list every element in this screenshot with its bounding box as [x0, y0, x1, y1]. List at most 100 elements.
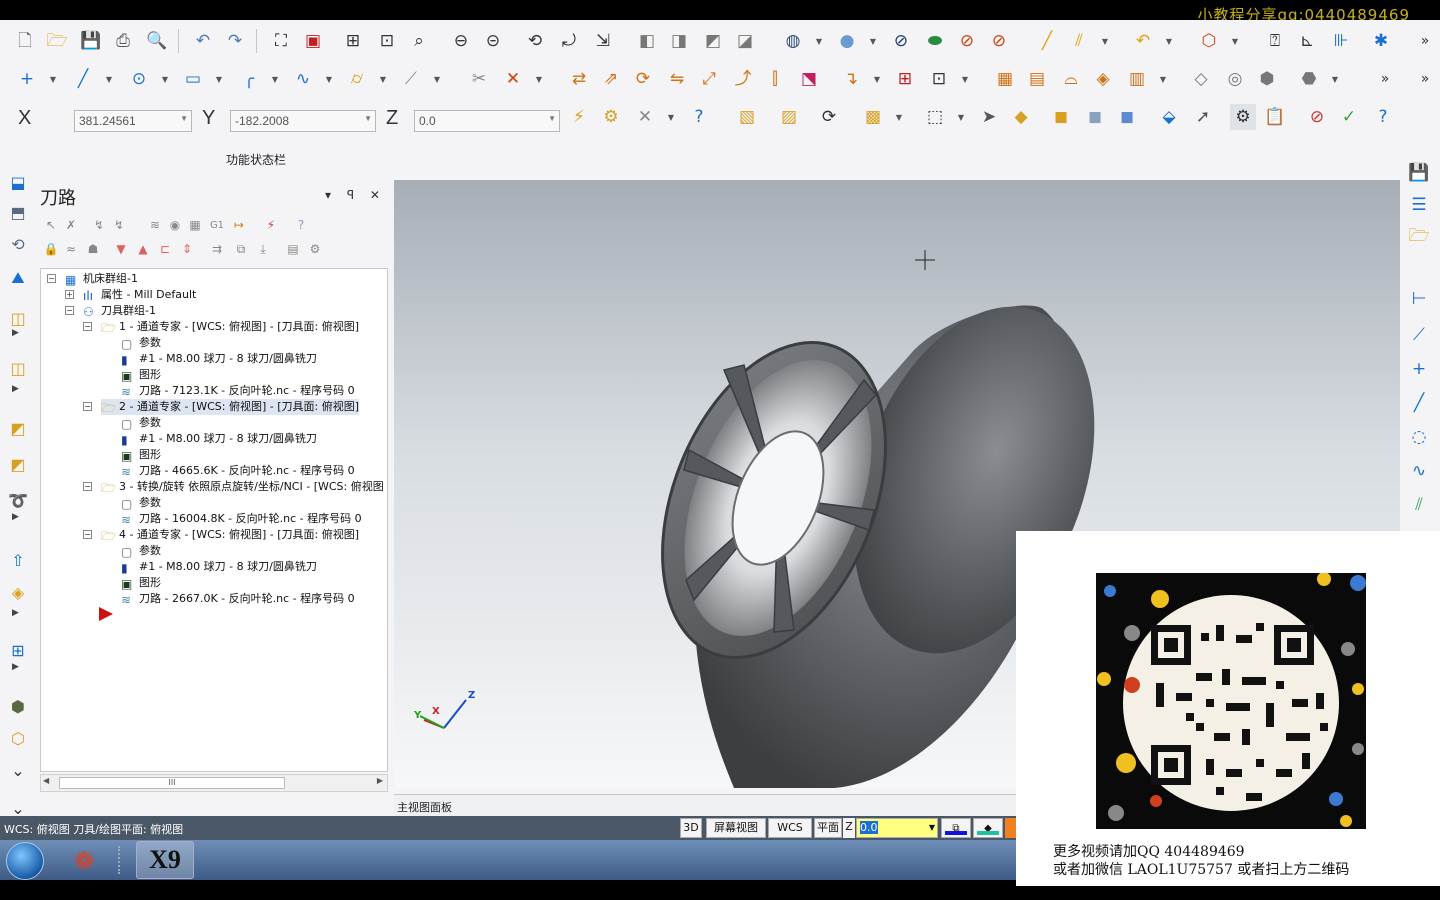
scroll-thumb[interactable]: III [59, 777, 285, 789]
chevron-down-icon[interactable]: ▼ [214, 66, 224, 92]
right-view-icon[interactable]: ◩ [700, 28, 726, 54]
repaint-icon[interactable]: ▣ [300, 28, 326, 54]
chevron-down-icon[interactable]: ▼ [666, 104, 676, 130]
chevron-down-icon[interactable]: ▼ [180, 114, 188, 123]
highfeed-icon[interactable]: ⚡ [262, 216, 280, 234]
regen-selected-icon[interactable]: ↯ [90, 216, 108, 234]
arc-lightning-icon[interactable]: ◌ [1406, 424, 1432, 450]
body-select-icon[interactable]: ◼ [1082, 104, 1108, 130]
regen-dirty-icon[interactable]: ↯ [110, 216, 128, 234]
edge-select-icon[interactable]: ◼ [1114, 104, 1140, 130]
selection-grid-icon[interactable]: ⚙ [1230, 104, 1256, 130]
open-file-icon[interactable]: 🗁 [44, 28, 70, 54]
chain-lightning-icon[interactable]: ⫽ [1406, 492, 1432, 518]
setup-sheet-icon[interactable]: ▤ [284, 240, 302, 258]
chevron-down-icon[interactable]: ▼ [270, 66, 280, 92]
undo-icon[interactable]: ↶ [190, 28, 216, 54]
ok-check-icon[interactable]: ✓ [1336, 104, 1362, 130]
surface-lightning-icon[interactable]: ⟋ [1406, 322, 1432, 348]
tree-node[interactable]: ▢ 参数 [121, 415, 161, 431]
chevron-down-icon[interactable]: ▼ [814, 28, 824, 54]
solid-icon[interactable]: ⬡ [1196, 28, 1222, 54]
xform-scale-icon[interactable]: ⤢ [696, 66, 722, 92]
screen-view-button[interactable]: 屏幕视图 [706, 818, 766, 838]
chevron-down-icon[interactable]: ▼ [956, 104, 966, 130]
shaded-sphere-icon[interactable]: ● [834, 28, 860, 54]
settings-gear-icon[interactable]: ✱ [1368, 28, 1394, 54]
xform-mirror-icon[interactable]: ⇋ [664, 66, 690, 92]
chevron-down-icon[interactable]: ▼ [534, 66, 544, 92]
xform-project-icon[interactable]: ⬔ [796, 66, 822, 92]
chevron-down-icon[interactable]: ▼ [160, 66, 170, 92]
parallel-line-icon[interactable]: ⫽ [1066, 28, 1092, 54]
chevron-down-icon[interactable]: ▼ [48, 66, 58, 92]
wcs-icon[interactable]: ◫ [6, 356, 30, 380]
spline-icon[interactable]: ∿ [290, 66, 316, 92]
collapse-icon[interactable]: − [65, 306, 74, 315]
mesh-icon[interactable]: ◈ [6, 580, 30, 604]
line-icon[interactable]: ╱ [70, 66, 96, 92]
standard-select-icon[interactable]: ▩ [860, 104, 886, 130]
line-tool-icon[interactable]: ╱ [1034, 28, 1060, 54]
copy-ops-icon[interactable]: ⧉ [232, 240, 250, 258]
tree-node[interactable]: ▢ 参数 [121, 543, 161, 559]
verify-ops-icon[interactable]: ◉ [166, 216, 184, 234]
xform-roll-icon[interactable]: ↴ [838, 66, 864, 92]
more-down-icon[interactable]: ⌄ [6, 758, 30, 782]
main-viewsheet-tab[interactable]: 主视图面板 [397, 799, 452, 815]
save-icon[interactable]: 💾 [1406, 160, 1432, 186]
print-preview-icon[interactable]: 🔍 [144, 28, 170, 54]
trim-undo-icon[interactable]: ↶ [1130, 28, 1156, 54]
tree-node[interactable]: + ılı 属性 - Mill Default [65, 287, 196, 303]
wcs-button[interactable]: WCS [768, 818, 812, 838]
move-up-icon[interactable]: ▲ [134, 240, 152, 258]
panel-window-controls[interactable]: ▾ ꟼ ✕ [325, 188, 386, 202]
collapse-ops-icon[interactable]: ⤓ [254, 240, 272, 258]
wireframe-sphere-icon[interactable]: ◍ [780, 28, 806, 54]
chevron-down-icon[interactable]: ▼ [1330, 66, 1340, 92]
xform-array-icon[interactable]: ⫿ [762, 66, 788, 92]
chevron-down-icon[interactable]: ▼ [960, 66, 970, 92]
tree-node[interactable]: ▣ 图形 [121, 367, 161, 383]
backplot-ops-icon[interactable]: ≋ [146, 216, 164, 234]
tree-node[interactable]: − 🗁 4 - 通道专家 - [WCS: 俯视图] - [刀具面: 俯视图] [83, 527, 359, 543]
expand-icon[interactable]: + [65, 290, 74, 299]
overflow-chevron-icon[interactable]: » [1412, 28, 1438, 54]
level-icon[interactable]: ⛰ [6, 266, 30, 290]
toggle-select-icon[interactable]: ⟳ [816, 104, 842, 130]
tree-node[interactable]: − ⚇ 刀具群组-1 [65, 303, 156, 319]
chevron-down-icon[interactable]: ▼ [548, 114, 556, 123]
tree-node[interactable]: − 🗁 3 - 转换/旋转 依照原点旋转/坐标/NCI - [WCS: 俯视图 [83, 479, 384, 495]
unzoom-icon[interactable]: ⊝ [480, 28, 506, 54]
z-depth-field[interactable]: 0.0 ▼ [856, 818, 938, 838]
delete-icon[interactable]: ✕ [500, 66, 526, 92]
tree-node[interactable]: ▢ 参数 [121, 335, 161, 351]
iso-view-icon[interactable]: ◪ [732, 28, 758, 54]
chevron-down-icon[interactable]: ▼ [1100, 28, 1110, 54]
expand-arrow-icon[interactable]: ▶ [12, 608, 19, 618]
nesting-icon[interactable]: ⊡ [926, 66, 952, 92]
color-button[interactable]: ⧉ [941, 818, 971, 838]
3d-toggle-button[interactable]: 3D [680, 818, 702, 838]
y-coord-field[interactable]: -182.2008 ▼ [230, 110, 376, 132]
redo-icon[interactable]: ↷ [222, 28, 248, 54]
chevron-down-icon[interactable]: ▼ [868, 28, 878, 54]
x-coord-field[interactable]: 381.24561 ▼ [74, 110, 192, 132]
zoom-target-icon[interactable]: ⊡ [374, 28, 400, 54]
tree-node[interactable]: ≋ 刀路 - 4665.6K - 反向叶轮.nc - 程序号码 0 [121, 463, 355, 479]
tree-node[interactable]: ▣ 图形 [121, 575, 161, 591]
xform-3d-icon[interactable]: ⇗ [598, 66, 624, 92]
auto-cursor-icon[interactable]: ⚙ [598, 104, 624, 130]
tree-node[interactable]: ≋ 刀路 - 7123.1K - 反向叶轮.nc - 程序号码 0 [121, 383, 355, 399]
tree-node[interactable]: − 🗁 2 - 通道专家 - [WCS: 俯视图] - [刀具面: 俯视图] [83, 399, 359, 415]
machine-sim-icon[interactable]: ⬣ [1296, 66, 1322, 92]
xform-rotate-icon[interactable]: ⟳ [630, 66, 656, 92]
cube-wire-icon[interactable]: ⬢ [6, 694, 30, 718]
cplane-icon[interactable]: ⬓ [6, 170, 30, 194]
plane-button[interactable]: 平面 [814, 818, 842, 838]
rectangle-icon[interactable]: ▭ [180, 66, 206, 92]
trim-icon[interactable]: ✂ [466, 66, 492, 92]
cursor-select-icon[interactable]: ➚ [1190, 104, 1216, 130]
circle-icon[interactable]: ⊙ [126, 66, 152, 92]
dimension-icon[interactable]: ⊾ [1294, 28, 1320, 54]
